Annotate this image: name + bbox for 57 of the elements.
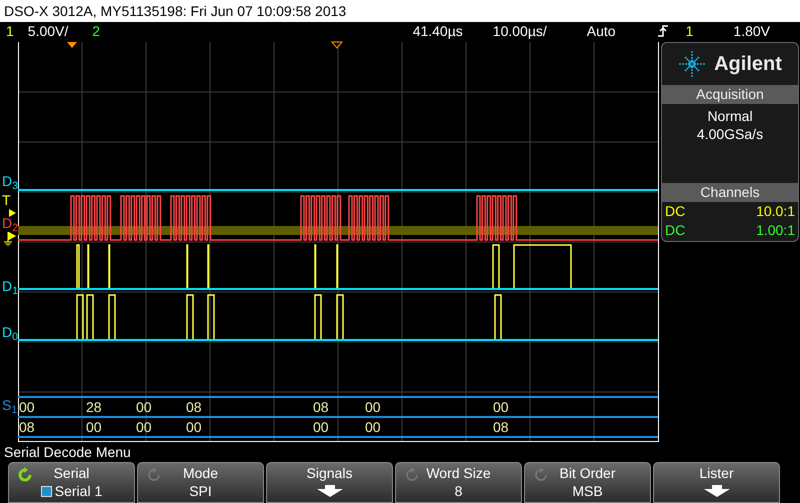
decoded-byte: 00 [365, 419, 381, 435]
section-header: Channels [662, 183, 798, 202]
rising-edge-icon [658, 25, 668, 37]
channel-label: D$_{0}$ [2, 324, 18, 340]
decoded-byte: 08 [186, 399, 202, 415]
decoded-byte: 00 [86, 419, 102, 435]
softkey-button[interactable]: Word Size 8 [395, 462, 522, 503]
section-header: Acquisition [662, 85, 798, 104]
ground-arrow-icon [4, 232, 18, 246]
softkey-value: MSB [572, 482, 603, 500]
brand-name: Agilent [714, 52, 782, 77]
decoded-byte: 00 [313, 419, 329, 435]
timebase-value: 10.00µs/ [492, 22, 547, 40]
acquisition-mode: Normal [706, 107, 754, 125]
softkey-value: 8 [454, 482, 462, 500]
down-arrow-icon [704, 485, 730, 497]
decoded-byte: 00 [19, 399, 35, 415]
trigger-label: T [2, 192, 11, 208]
probe-ratio: 1.00:1 [756, 221, 795, 240]
channel-label: D$_{1}$ [2, 278, 18, 294]
trigger-position-marker-icon [330, 42, 344, 49]
decoded-byte: 08 [19, 419, 35, 435]
softkey-button[interactable]: Mode SPI [137, 462, 264, 503]
channel-scale: 5.00V/ [28, 22, 68, 40]
probe-ratio: 10.0:1 [756, 202, 795, 221]
channel-coupling: DC [665, 202, 686, 221]
starburst-logo-icon [678, 50, 706, 78]
trigger-level: 1.80V [733, 22, 770, 40]
softkey-value: SPI [189, 482, 212, 500]
decoded-byte: 08 [493, 419, 509, 435]
decoded-byte: 00 [136, 419, 152, 435]
channel-label: D$_{3}$ [2, 173, 18, 189]
delay-value: 41.40µs [412, 22, 463, 40]
trigger-arrow-icon [9, 209, 16, 217]
window-title: DSO-X 3012A, MY51135198: Fri Jun 07 10:09:58 2013 [0, 0, 800, 22]
menu-title: Serial Decode Menu [3, 443, 132, 462]
channel-number: 2 [92, 22, 100, 40]
bus-label: S$_{1}$ [2, 397, 18, 413]
down-arrow-icon [316, 485, 342, 497]
decoded-byte: 08 [313, 399, 329, 415]
trigger-mode: Auto [586, 22, 616, 40]
softkey-button[interactable]: Lister [653, 462, 780, 503]
softkey-value: Serial 1 [54, 482, 102, 500]
decoded-byte: 00 [365, 399, 381, 415]
decoded-byte: 00 [136, 399, 152, 415]
trigger-source: 1 [686, 22, 694, 40]
decoded-byte: 28 [86, 399, 102, 415]
sample-rate: 4.00GSa/s [696, 125, 764, 144]
time-reference-marker-icon [67, 42, 77, 48]
channel-coupling: DC [665, 221, 686, 240]
decoded-byte: 00 [186, 419, 202, 435]
channel-label: D$_{2}$ [2, 215, 18, 231]
softkey-button[interactable]: Serial Serial 1 [8, 462, 135, 503]
softkey-button[interactable]: Signals [266, 462, 393, 503]
softkey-button[interactable]: Bit Order MSB [524, 462, 651, 503]
channel-number: 1 [6, 22, 14, 40]
decoded-byte: 00 [493, 399, 509, 415]
